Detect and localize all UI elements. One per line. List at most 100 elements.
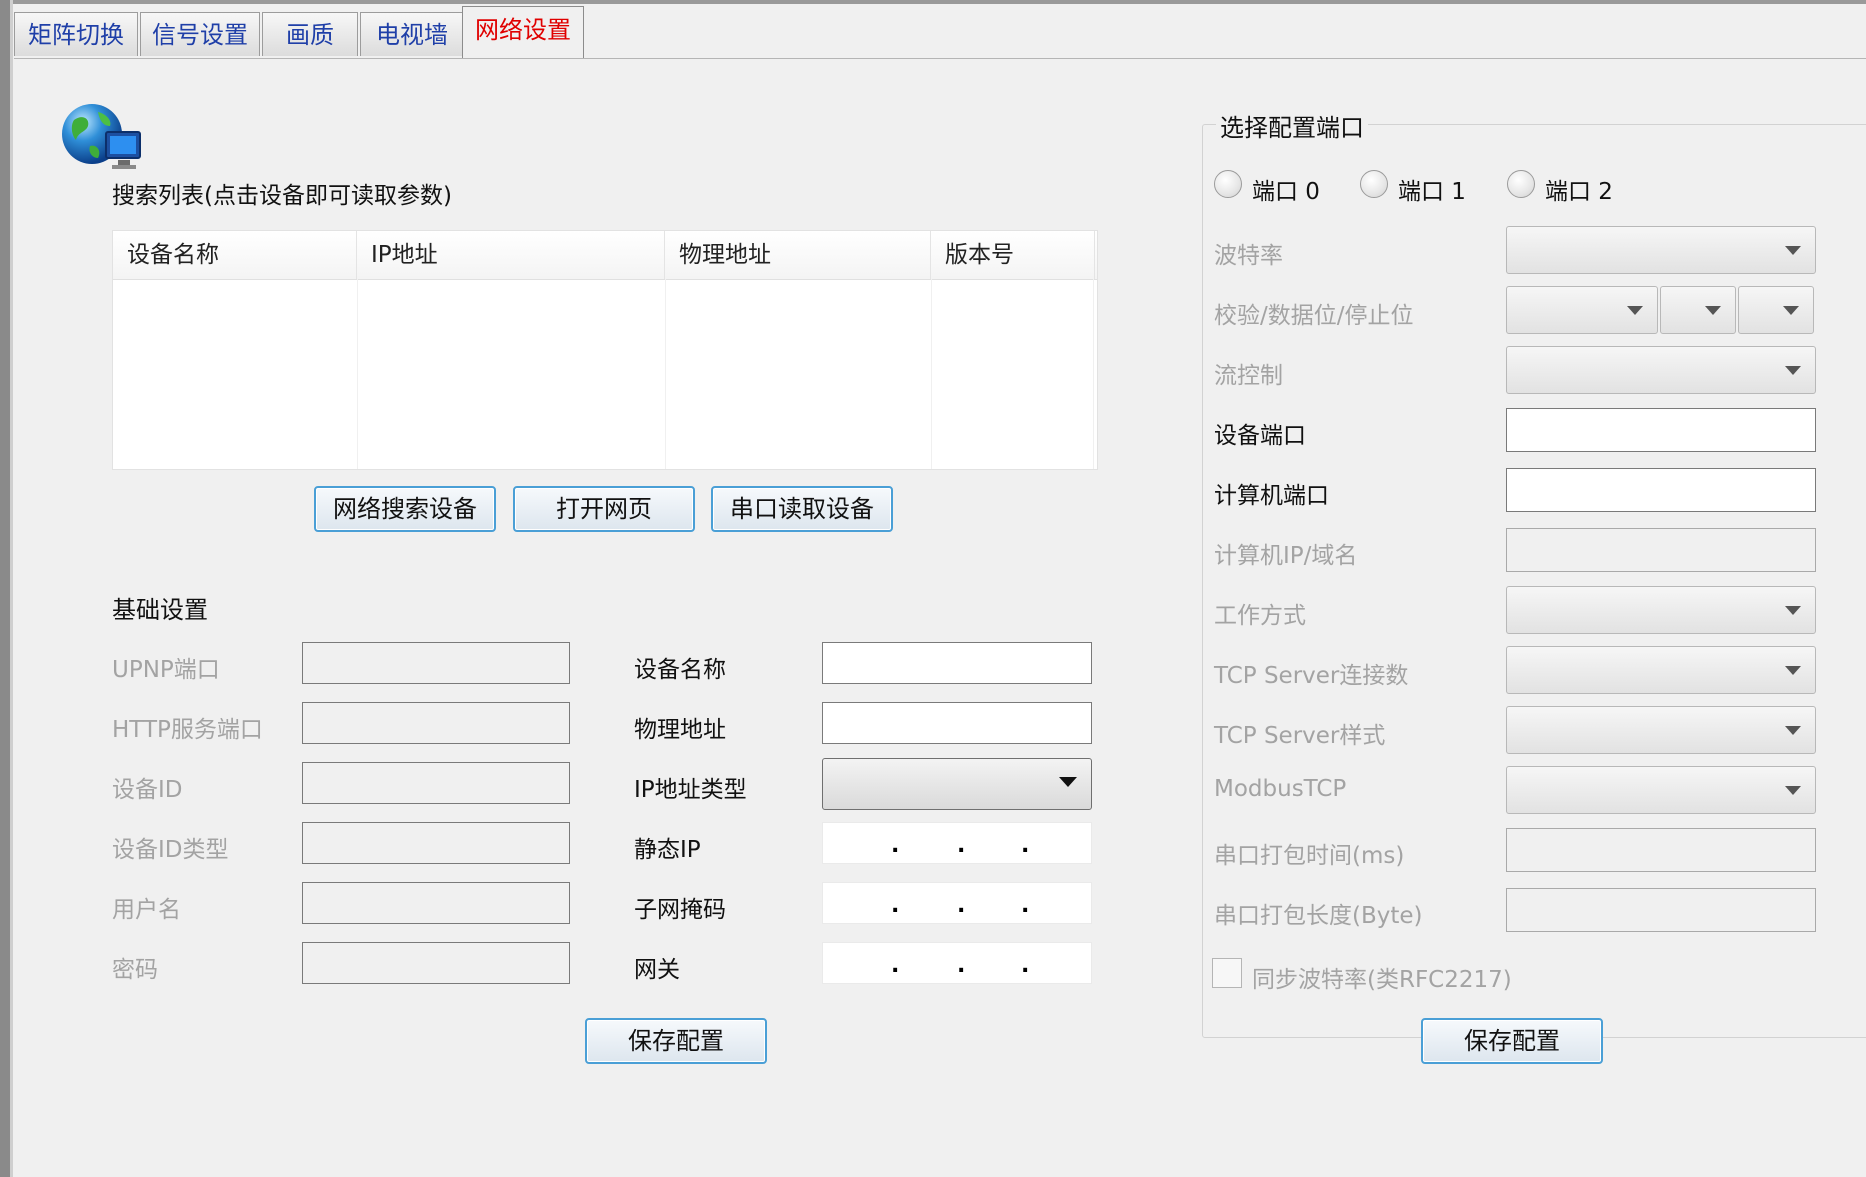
ip-type-label: IP地址类型 bbox=[634, 777, 747, 803]
ip-separator: . bbox=[1021, 833, 1030, 858]
device-port-label: 设备端口 bbox=[1214, 423, 1306, 449]
chevron-down-icon bbox=[1059, 777, 1077, 787]
static-ip-input[interactable]: . . . bbox=[822, 822, 1092, 864]
ip-separator: . bbox=[1021, 893, 1030, 918]
subnet-mask-input[interactable]: . . . bbox=[822, 882, 1092, 924]
sync-baud-checkbox[interactable] bbox=[1212, 958, 1242, 988]
column-divider bbox=[1093, 279, 1094, 469]
pc-ip-domain-label: 计算机IP/域名 bbox=[1214, 543, 1358, 569]
save-port-config-button[interactable]: 保存配置 bbox=[1421, 1018, 1603, 1064]
password-label: 密码 bbox=[112, 957, 158, 983]
ip-separator: . bbox=[957, 833, 966, 858]
chevron-down-icon bbox=[1785, 606, 1801, 615]
column-divider bbox=[357, 279, 358, 469]
device-search-table[interactable]: 设备名称 IP地址 物理地址 版本号 bbox=[112, 230, 1098, 470]
gateway-label: 网关 bbox=[634, 957, 680, 983]
column-header-version[interactable]: 版本号 bbox=[931, 231, 1095, 279]
tab-bar: 矩阵切换 信号设置 画质 电视墙 网络设置 bbox=[14, 6, 1866, 59]
upnp-port-label: UPNP端口 bbox=[112, 657, 220, 683]
password-input[interactable] bbox=[302, 942, 570, 984]
tcp-server-connections-label: TCP Server连接数 bbox=[1214, 663, 1409, 689]
work-mode-label: 工作方式 bbox=[1214, 603, 1306, 629]
chevron-down-icon bbox=[1785, 666, 1801, 675]
gateway-input[interactable]: . . . bbox=[822, 942, 1092, 984]
port-1-radio[interactable] bbox=[1360, 170, 1388, 198]
chevron-down-icon bbox=[1627, 306, 1643, 315]
port-1-label[interactable]: 端口 1 bbox=[1398, 172, 1466, 206]
column-header-device-name[interactable]: 设备名称 bbox=[113, 231, 357, 279]
data-bits-dropdown[interactable] bbox=[1660, 286, 1736, 334]
flow-control-label: 流控制 bbox=[1214, 363, 1283, 389]
ip-separator: . bbox=[1021, 953, 1030, 978]
chevron-down-icon bbox=[1705, 306, 1721, 315]
stop-bits-dropdown[interactable] bbox=[1738, 286, 1814, 334]
sync-baud-label[interactable]: 同步波特率(类RFC2217) bbox=[1252, 960, 1512, 994]
tab-matrix-switch[interactable]: 矩阵切换 bbox=[14, 12, 138, 56]
ip-separator: . bbox=[957, 953, 966, 978]
window-left-border bbox=[0, 0, 10, 1177]
pc-port-input[interactable] bbox=[1506, 468, 1816, 512]
mac-address-input[interactable] bbox=[822, 702, 1092, 744]
device-name-label: 设备名称 bbox=[634, 657, 726, 683]
search-list-caption: 搜索列表(点击设备即可读取参数) bbox=[112, 183, 452, 209]
pc-ip-domain-input[interactable] bbox=[1506, 528, 1816, 572]
port-0-radio[interactable] bbox=[1214, 170, 1242, 198]
column-header-ip[interactable]: IP地址 bbox=[357, 231, 665, 279]
pack-time-label: 串口打包时间(ms) bbox=[1214, 843, 1405, 869]
save-basic-config-button[interactable]: 保存配置 bbox=[585, 1018, 767, 1064]
ip-separator: . bbox=[891, 833, 900, 858]
static-ip-label: 静态IP bbox=[634, 837, 701, 863]
pack-time-input[interactable] bbox=[1506, 828, 1816, 872]
chevron-down-icon bbox=[1785, 786, 1801, 795]
username-input[interactable] bbox=[302, 882, 570, 924]
table-header: 设备名称 IP地址 物理地址 版本号 bbox=[113, 231, 1097, 280]
flow-control-dropdown[interactable] bbox=[1506, 346, 1816, 394]
column-divider bbox=[665, 279, 666, 469]
ip-separator: . bbox=[891, 953, 900, 978]
port-0-label[interactable]: 端口 0 bbox=[1252, 172, 1320, 206]
ip-separator: . bbox=[957, 893, 966, 918]
upnp-port-input[interactable] bbox=[302, 642, 570, 684]
tab-network-settings[interactable]: 网络设置 bbox=[462, 6, 584, 58]
tcp-server-style-dropdown[interactable] bbox=[1506, 706, 1816, 754]
device-id-type-label: 设备ID类型 bbox=[112, 837, 229, 863]
subnet-mask-label: 子网掩码 bbox=[634, 897, 726, 923]
parity-data-stop-label: 校验/数据位/停止位 bbox=[1214, 303, 1414, 329]
serial-read-device-button[interactable]: 串口读取设备 bbox=[711, 486, 893, 532]
pc-port-label: 计算机端口 bbox=[1214, 483, 1329, 509]
port-2-label[interactable]: 端口 2 bbox=[1545, 172, 1613, 206]
http-port-label: HTTP服务端口 bbox=[112, 717, 263, 743]
tcp-server-style-label: TCP Server样式 bbox=[1214, 723, 1386, 749]
network-globe-icon bbox=[60, 102, 146, 174]
tab-video-wall[interactable]: 电视墙 bbox=[360, 12, 464, 56]
username-label: 用户名 bbox=[112, 897, 181, 923]
port-config-title: 选择配置端口 bbox=[1216, 108, 1368, 143]
pack-length-input[interactable] bbox=[1506, 888, 1816, 932]
ip-separator: . bbox=[891, 893, 900, 918]
chevron-down-icon bbox=[1785, 726, 1801, 735]
baud-rate-label: 波特率 bbox=[1214, 243, 1283, 269]
network-search-button[interactable]: 网络搜索设备 bbox=[314, 486, 496, 532]
device-id-type-input[interactable] bbox=[302, 822, 570, 864]
http-port-input[interactable] bbox=[302, 702, 570, 744]
device-id-label: 设备ID bbox=[112, 777, 183, 803]
tcp-server-connections-dropdown[interactable] bbox=[1506, 646, 1816, 694]
device-name-input[interactable] bbox=[822, 642, 1092, 684]
window-left-bevel bbox=[10, 0, 13, 1177]
basic-settings-heading: 基础设置 bbox=[112, 596, 208, 624]
chevron-down-icon bbox=[1785, 246, 1801, 255]
device-port-input[interactable] bbox=[1506, 408, 1816, 452]
port-2-radio[interactable] bbox=[1507, 170, 1535, 198]
parity-dropdown[interactable] bbox=[1506, 286, 1658, 334]
open-webpage-button[interactable]: 打开网页 bbox=[513, 486, 695, 532]
modbus-tcp-dropdown[interactable] bbox=[1506, 766, 1816, 814]
tab-signal-settings[interactable]: 信号设置 bbox=[140, 12, 260, 56]
device-id-input[interactable] bbox=[302, 762, 570, 804]
work-mode-dropdown[interactable] bbox=[1506, 586, 1816, 634]
mac-address-label: 物理地址 bbox=[634, 717, 726, 743]
baud-rate-dropdown[interactable] bbox=[1506, 226, 1816, 274]
ip-type-dropdown[interactable] bbox=[822, 758, 1092, 810]
column-divider bbox=[931, 279, 932, 469]
tab-picture-quality[interactable]: 画质 bbox=[262, 12, 358, 56]
column-header-mac[interactable]: 物理地址 bbox=[665, 231, 931, 279]
